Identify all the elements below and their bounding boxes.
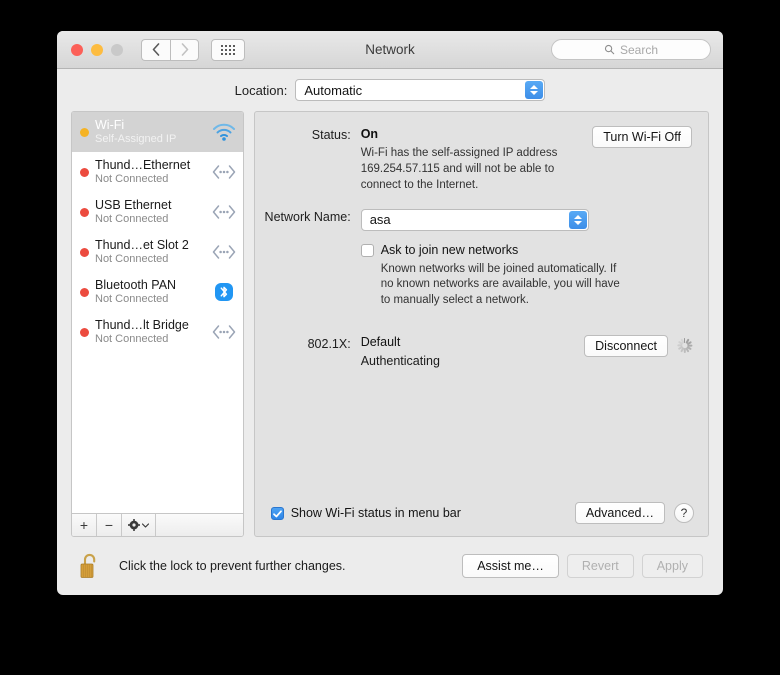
- panel-footer: Show Wi-Fi status in menu bar Advanced… …: [270, 502, 694, 524]
- service-name: Bluetooth PAN: [95, 278, 177, 293]
- wifi-settings-panel: Status: On Wi-Fi has the self-assigned I…: [253, 111, 709, 537]
- status-dot: [80, 167, 89, 177]
- disconnect-button[interactable]: Disconnect: [584, 335, 668, 358]
- service-name: USB Ethernet: [95, 198, 172, 213]
- status-dot: [80, 247, 89, 257]
- sidebar-item-thunderbolt-bridge[interactable]: Thund…lt Bridge Not Connected: [72, 312, 243, 352]
- dot1x-state: Authenticating: [360, 354, 440, 369]
- sidebar-item-usb-ethernet[interactable]: USB Ethernet Not Connected: [72, 192, 243, 232]
- remove-service-button[interactable]: −: [97, 514, 122, 536]
- service-actions-button[interactable]: [122, 514, 156, 536]
- service-name: Wi-Fi: [95, 118, 125, 133]
- loading-spinner-icon: [676, 338, 692, 354]
- close-button[interactable]: [71, 43, 83, 56]
- show-all-button[interactable]: [211, 38, 245, 61]
- wifi-icon: [211, 120, 237, 144]
- service-name: Thund…et Slot 2: [95, 238, 189, 253]
- service-status: Self-Assigned IP: [95, 132, 177, 145]
- service-sidebar: Wi-Fi Self-Assigned IP Thund…Ethernet No…: [71, 111, 244, 537]
- dot1x-label: 802.1X:: [307, 337, 351, 352]
- status-dot: [80, 327, 89, 337]
- show-status-row[interactable]: Show Wi-Fi status in menu bar: [270, 506, 461, 520]
- search-icon: [604, 44, 615, 55]
- status-label: Status:: [311, 128, 351, 142]
- network-name-row: Network Name: asa Ask to join new networ…: [255, 208, 692, 310]
- apply-button[interactable]: Apply: [641, 554, 703, 578]
- sidebar-item-bluetooth-pan[interactable]: Bluetooth PAN Not Connected: [72, 272, 243, 312]
- ethernet-icon: [211, 160, 237, 184]
- location-row: Location: Automatic: [57, 69, 723, 111]
- network-name-value: asa: [369, 212, 391, 228]
- show-status-label: Show Wi-Fi status in menu bar: [290, 506, 461, 520]
- sidebar-item-wifi[interactable]: Wi-Fi Self-Assigned IP: [72, 112, 243, 152]
- back-button[interactable]: [141, 38, 170, 61]
- help-button[interactable]: ?: [674, 503, 694, 523]
- checkmark-icon: [272, 509, 282, 517]
- ask-to-join-note: Known networks will be joined automatica…: [380, 262, 620, 307]
- service-list: Wi-Fi Self-Assigned IP Thund…Ethernet No…: [72, 112, 243, 513]
- sidebar-toolbar-spacer: [156, 514, 243, 536]
- search-placeholder: Search: [619, 42, 659, 57]
- status-description: Wi-Fi has the self-assigned IP address 1…: [360, 147, 558, 191]
- service-status: Not Connected: [95, 212, 169, 225]
- dot1x-profile: Default: [360, 335, 401, 350]
- service-name: Thund…lt Bridge: [95, 318, 189, 333]
- search-field[interactable]: Search: [551, 39, 711, 60]
- footer-buttons: Assist me… Revert Apply: [462, 554, 703, 578]
- minimize-button[interactable]: [91, 43, 103, 56]
- network-name-stepper-icon[interactable]: [568, 210, 587, 229]
- grid-view-icon: [221, 44, 235, 55]
- advanced-button[interactable]: Advanced…: [574, 502, 665, 524]
- chevron-left-icon: [152, 43, 160, 56]
- add-service-button[interactable]: +: [72, 514, 97, 536]
- ethernet-icon: [211, 200, 237, 224]
- ask-to-join-label: Ask to join new networks: [380, 242, 519, 257]
- network-name-dropdown[interactable]: asa: [360, 208, 589, 231]
- ethernet-icon: [211, 240, 237, 264]
- network-preferences-window: Network Search Location: Automatic Wi-Fi…: [57, 31, 723, 595]
- service-name: Thund…Ethernet: [95, 158, 191, 173]
- service-status: Not Connected: [95, 292, 169, 305]
- location-stepper-icon[interactable]: [525, 81, 544, 99]
- traffic-lights: [71, 43, 123, 56]
- unlocked-padlock-icon[interactable]: [77, 551, 103, 581]
- status-row: Status: On Wi-Fi has the self-assigned I…: [255, 126, 692, 194]
- ask-to-join-checkbox[interactable]: [360, 243, 374, 257]
- network-name-label: Network Name:: [264, 209, 351, 224]
- sidebar-item-thunderbolt-slot-2[interactable]: Thund…et Slot 2 Not Connected: [72, 232, 243, 272]
- status-value: On: [360, 127, 379, 141]
- status-dot: [80, 287, 89, 297]
- window-footer: Click the lock to prevent further change…: [57, 537, 723, 595]
- content-area: Wi-Fi Self-Assigned IP Thund…Ethernet No…: [57, 111, 723, 537]
- location-value: Automatic: [304, 82, 363, 98]
- location-label: Location:: [234, 82, 288, 98]
- zoom-button[interactable]: [111, 43, 123, 56]
- assist-me-button[interactable]: Assist me…: [462, 554, 559, 578]
- ethernet-icon: [211, 320, 237, 344]
- location-dropdown[interactable]: Automatic: [295, 79, 546, 101]
- turn-wifi-off-button[interactable]: Turn Wi-Fi Off: [592, 126, 692, 148]
- sidebar-item-thunderbolt-ethernet[interactable]: Thund…Ethernet Not Connected: [72, 152, 243, 192]
- chevron-right-icon: [181, 43, 188, 56]
- gear-icon: [128, 519, 140, 531]
- ask-to-join-row[interactable]: Ask to join new networks: [360, 242, 692, 257]
- sidebar-toolbar: + −: [72, 513, 243, 536]
- service-status: Not Connected: [95, 172, 169, 185]
- chevron-down-icon: [142, 522, 149, 528]
- status-dot: [80, 127, 89, 137]
- service-status: Not Connected: [95, 332, 169, 345]
- forward-button[interactable]: [170, 38, 199, 61]
- show-status-checkbox[interactable]: [270, 507, 284, 520]
- revert-button[interactable]: Revert: [566, 554, 634, 578]
- dot1x-row: 802.1X: Default Authenticating Disconnec…: [255, 335, 692, 368]
- lock-message: Click the lock to prevent further change…: [119, 559, 346, 573]
- status-dot: [80, 207, 89, 217]
- bluetooth-icon: [211, 280, 237, 304]
- service-status: Not Connected: [95, 252, 169, 265]
- title-bar: Network Search: [57, 31, 723, 69]
- navigation-buttons: [141, 38, 199, 61]
